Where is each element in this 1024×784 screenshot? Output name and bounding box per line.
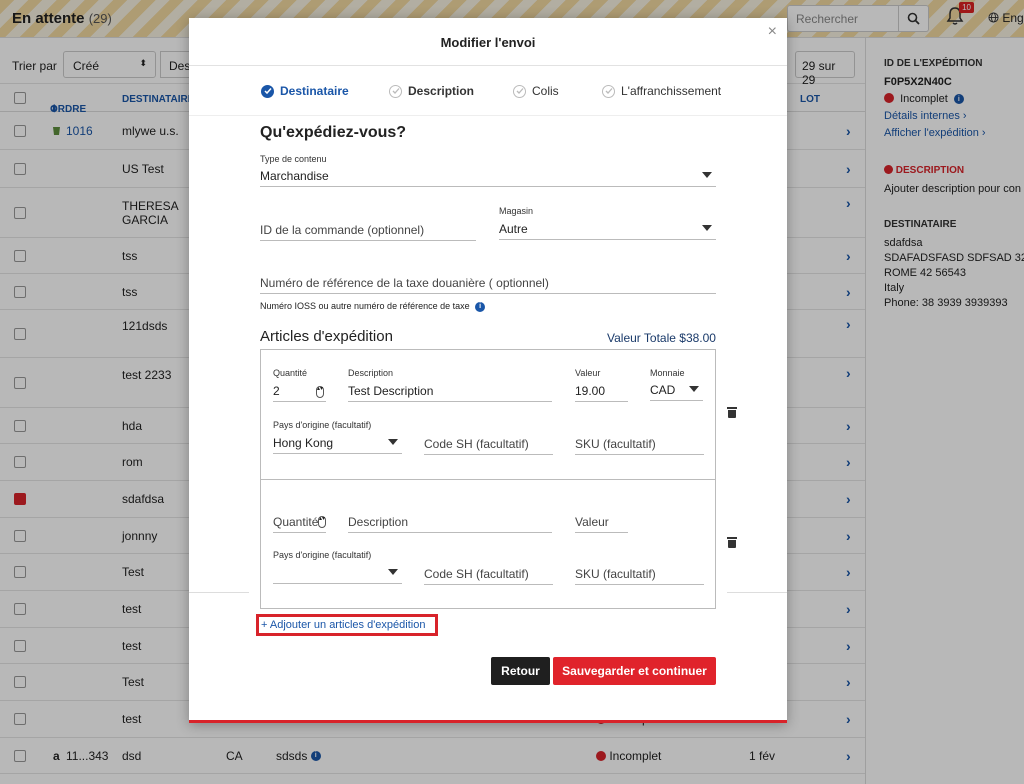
trash-icon[interactable] [727,537,737,548]
item-description-input[interactable]: Description [348,515,552,533]
item-sku-input[interactable]: SKU (facultatif) [575,567,704,585]
step-description[interactable]: Description [389,84,474,98]
close-icon[interactable]: × [768,23,777,41]
content-type-label: Type de contenu [260,154,327,164]
add-shipment-item-link[interactable]: + Adjouter un articles d'expédition [256,614,438,636]
modal-header: Modifier l'envoi × [189,18,787,66]
check-circle-icon [602,84,615,98]
store-label: Magasin [499,206,534,216]
caret-down-icon [388,439,398,445]
item-origin-label: Pays d'origine (facultatif) [273,420,372,430]
total-value: Valeur Totale $38.00 [607,331,716,345]
check-circle-icon [261,84,274,98]
step-recipient[interactable]: Destinataire [261,84,349,98]
item-currency-select[interactable]: CAD [650,383,703,401]
wizard-steps: Destinataire Description Colis L'affranc… [189,66,787,116]
back-button[interactable]: Retour [491,657,550,685]
check-circle-icon [389,84,402,98]
store-select[interactable]: Autre [499,222,716,240]
modal-title: Modifier l'envoi [440,35,536,50]
info-icon[interactable]: i [475,301,486,312]
item-quantity-input[interactable]: Quantité ▴▾ [273,515,326,533]
item-quantity-input[interactable]: 2 ▴▾ [273,384,326,402]
caret-down-icon [689,386,699,392]
item-value-input[interactable]: Valeur [575,515,628,533]
item-description-label: Description [348,368,394,378]
stepper-icon[interactable]: ▴▾ [318,516,326,528]
tax-reference-input[interactable]: Numéro de référence de la taxe douanière… [260,276,716,294]
divider [189,592,249,593]
ioss-note: Numéro IOSS ou autre numéro de référence… [260,301,486,312]
check-circle-icon [513,84,526,98]
order-id-input[interactable]: ID de la commande (optionnel) [260,223,476,241]
section-title: Qu'expédiez-vous? [260,124,407,141]
item-currency-label: Monnaie [650,368,685,378]
divider [727,592,787,593]
save-continue-button[interactable]: Sauvegarder et continuer [553,657,716,685]
stepper-icon[interactable]: ▴▾ [316,386,324,398]
item-value-input[interactable]: 19.00 [575,384,628,402]
item-divider [261,479,715,480]
item-sku-input[interactable]: SKU (facultatif) [575,437,704,455]
item-hs-code-input[interactable]: Code SH (facultatif) [424,567,553,585]
item-origin-select[interactable] [273,566,402,584]
item-quantity-label: Quantité [273,368,308,378]
caret-down-icon [702,172,712,178]
caret-down-icon [702,225,712,231]
item-description-input[interactable]: Test Description [348,384,552,402]
items-title: Articles d'expédition [260,328,393,345]
step-parcel[interactable]: Colis [513,84,559,98]
item-origin-label: Pays d'origine (facultatif) [273,550,372,560]
step-postage[interactable]: L'affranchissement [602,84,721,98]
caret-down-icon [388,569,398,575]
item-value-label: Valeur [575,368,601,378]
content-type-select[interactable]: Marchandise [260,169,716,187]
trash-icon[interactable] [727,407,737,418]
item-origin-select[interactable]: Hong Kong [273,436,402,454]
item-hs-code-input[interactable]: Code SH (facultatif) [424,437,553,455]
